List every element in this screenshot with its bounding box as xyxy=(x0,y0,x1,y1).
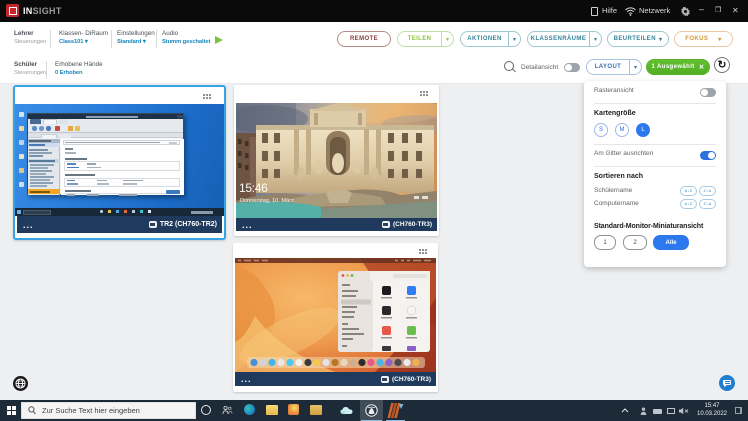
svg-text:15:46: 15:46 xyxy=(239,181,268,195)
svg-text:Donnerstag, 10. März: Donnerstag, 10. März xyxy=(240,198,294,204)
